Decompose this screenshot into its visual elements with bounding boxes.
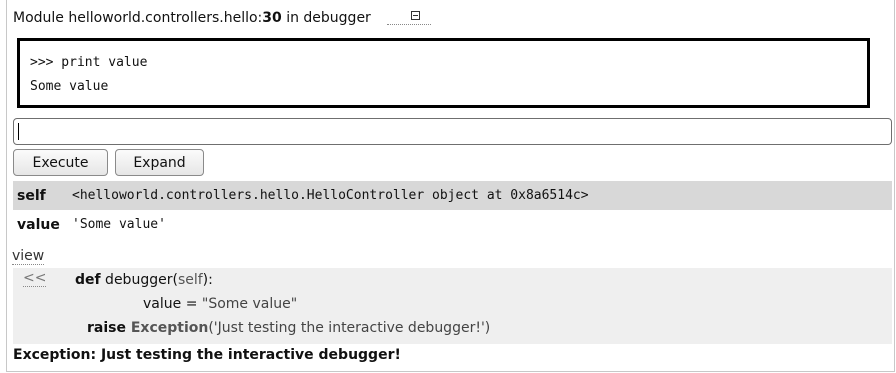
source-context: << def debugger(self): value = "Some val… [13,268,892,344]
divider [6,371,895,372]
code-text: ): [202,272,213,288]
view-link[interactable]: view [12,248,45,265]
collapse-toggle[interactable] [387,8,432,25]
variable-name: value [17,216,60,233]
code-text: value = [143,296,202,312]
console-output: >>> print value Some value [17,38,870,108]
code-line-current: raise Exception('Just testing the intera… [87,316,490,340]
console-line: Some value [30,79,109,94]
code-class: Exception [125,320,209,336]
exception-message: Exception: Just testing the interactive … [13,347,401,363]
code-text: debugger( [100,272,178,288]
expand-button[interactable]: Expand [115,149,204,176]
table-row: value 'Some value' [13,210,892,239]
code-keyword: raise [87,320,126,336]
code-param: self [177,272,203,288]
module-path: Module helloworld.controllers.hello: [13,10,263,26]
code-line: value = "Some value" [143,292,297,316]
line-number: 30 [262,10,282,26]
code-string: ('Just testing the interactive debugger!… [208,320,491,336]
code-line: def debugger(self): [75,268,213,292]
text-caret [18,123,19,140]
code-keyword: def [75,272,101,288]
variable-value: 'Some value' [72,217,166,232]
console-line: >>> print value [30,55,148,70]
table-row: self <helloworld.controllers.hello.Hello… [13,181,892,210]
frame-header: Module helloworld.controllers.hello:30 i… [13,8,432,28]
collapse-icon [411,10,421,20]
expand-context-link[interactable]: << [23,270,47,287]
variable-value: <helloworld.controllers.hello.HelloContr… [70,181,892,210]
code-string: "Some value" [201,296,298,312]
variable-name: self [13,181,70,210]
execute-button[interactable]: Execute [13,149,108,176]
function-name: in debugger [281,10,371,26]
variables-table: self <helloworld.controllers.hello.Hello… [13,181,892,239]
command-input[interactable] [14,119,891,144]
command-input-wrapper [13,118,892,145]
